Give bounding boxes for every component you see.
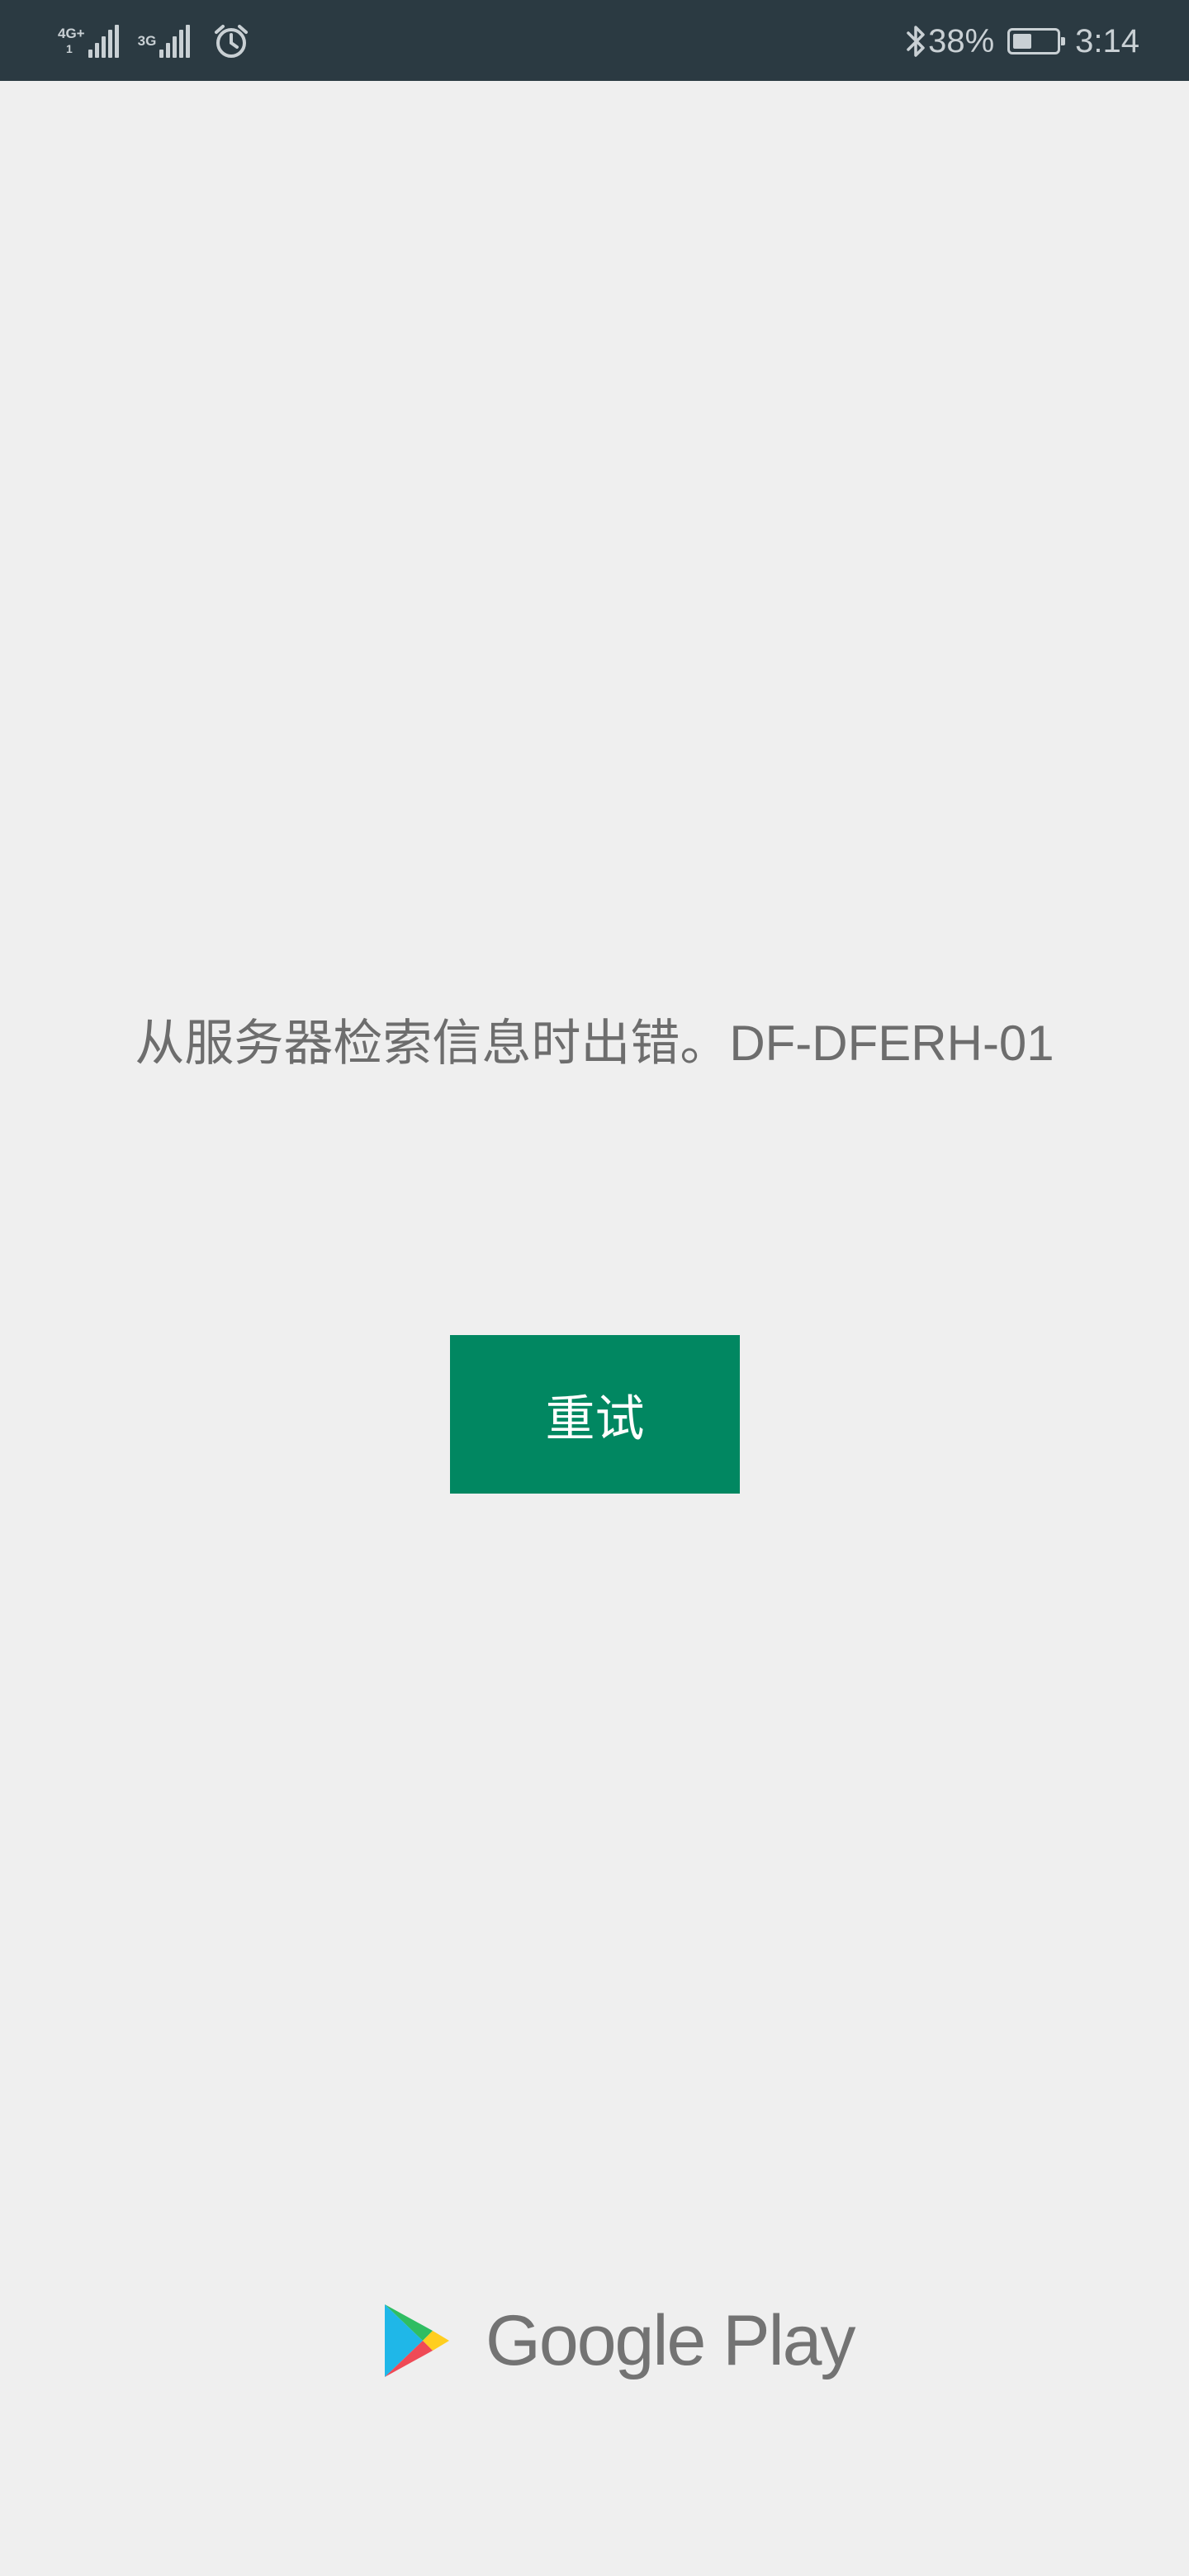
google-play-wordmark: Google Play	[486, 2301, 856, 2380]
signal-icon	[88, 25, 121, 58]
play-store-icon	[385, 2304, 449, 2377]
network-secondary-label: 3G	[137, 33, 157, 49]
status-bar: 4G+ 1 3G 38% 3:14	[0, 0, 1189, 81]
signal-icon	[159, 25, 192, 58]
app-screen: 4G+ 1 3G 38% 3:14 从服务器检索信息时出错。DF-DFERH-0…	[0, 0, 1189, 2576]
alarm-icon	[215, 25, 249, 58]
status-bar-left: 4G+ 1 3G	[58, 18, 250, 64]
google-play-logo: Google Play	[381, 2299, 856, 2382]
error-message: 从服务器检索信息时出错。DF-DFERH-01	[135, 1016, 1054, 1071]
clock-time: 3:14	[1075, 23, 1139, 59]
bluetooth-icon	[907, 26, 925, 57]
battery-percent: 38%	[928, 23, 995, 59]
retry-button[interactable]: 重试	[450, 1335, 740, 1494]
network-primary-label: 4G+ 1	[58, 26, 85, 56]
battery-icon	[1007, 28, 1066, 54]
status-bar-right: 38% 3:14	[903, 17, 1139, 66]
